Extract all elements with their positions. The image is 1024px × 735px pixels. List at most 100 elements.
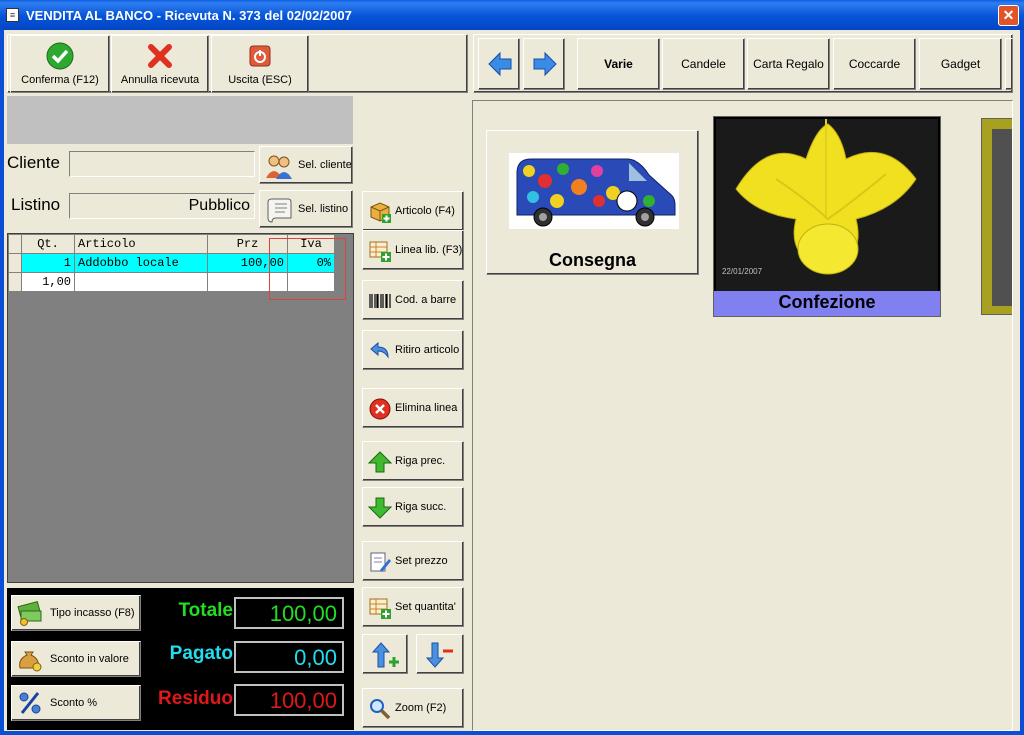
category-gadget[interactable]: Gadget <box>919 38 1002 90</box>
quantity-add-icon <box>369 598 391 619</box>
percent-icon <box>19 692 41 714</box>
cell-articolo[interactable]: Addobbo locale <box>74 253 208 273</box>
select-customer-label: Sel. cliente <box>298 159 352 171</box>
total-value: 100,00 <box>234 597 344 629</box>
decrease-quantity-button[interactable] <box>416 634 464 674</box>
product-confezione[interactable]: 22/01/2007 Confezione <box>713 116 941 317</box>
delete-line-button[interactable]: Elimina linea <box>362 388 464 428</box>
previous-row-button[interactable]: Riga prec. <box>362 441 464 481</box>
category-coccarde[interactable]: Coccarde <box>833 38 916 90</box>
totals-panel: Tipo incasso (F8) Sconto in valore Scont… <box>7 588 354 730</box>
next-category-button[interactable] <box>523 38 565 90</box>
arrow-up-plus-icon <box>371 642 399 668</box>
delivery-van-image <box>509 153 679 229</box>
image-caption-date: 22/01/2007 <box>722 267 763 276</box>
category-candele[interactable]: Candele <box>662 38 745 90</box>
category-varie[interactable]: Varie <box>577 38 660 90</box>
barcode-label: Cod. a barre <box>395 294 457 306</box>
payment-type-label: Tipo incasso (F8) <box>50 607 135 619</box>
cell-qt[interactable]: 1,00 <box>21 272 75 292</box>
listino-field[interactable]: Pubblico <box>69 193 255 219</box>
total-label: Totale <box>178 600 233 621</box>
value-discount-label: Sconto in valore <box>50 653 129 665</box>
confirm-label: Conferma (F12) <box>21 74 99 86</box>
magnifier-icon <box>370 699 391 720</box>
category-more[interactable] <box>1005 38 1013 90</box>
cell-qt[interactable]: 1 <box>21 253 75 273</box>
highlight-box <box>269 238 346 300</box>
cell-articolo[interactable] <box>74 272 208 292</box>
article-label: Articolo (F4) <box>395 205 455 217</box>
product-consegna-label: Consegna <box>548 250 636 270</box>
prev-category-button[interactable] <box>478 38 520 90</box>
remaining-label: Residuo <box>158 688 233 709</box>
arrow-down-minus-icon <box>425 642 453 668</box>
confirm-button[interactable]: Conferma (F12) <box>10 35 110 93</box>
row-indicator <box>8 272 22 292</box>
category-bar: Varie Candele Carta Regalo Coccarde Gadg… <box>473 34 1013 93</box>
next-row-button[interactable]: Riga succ. <box>362 487 464 527</box>
barcode-button[interactable]: Cod. a barre <box>362 280 464 320</box>
scroll-icon <box>267 198 292 223</box>
paid-value: 0,00 <box>234 641 344 673</box>
yellow-gift-wrap-image <box>716 119 938 291</box>
app-icon: ≡ <box>6 8 19 22</box>
article-button[interactable]: Articolo (F4) <box>362 191 464 231</box>
header-spacer <box>7 96 353 144</box>
table-add-icon <box>369 241 391 262</box>
category-carta-regalo[interactable]: Carta Regalo <box>747 38 830 90</box>
remaining-value: 100,00 <box>234 684 344 716</box>
select-customer-button[interactable]: Sel. cliente <box>259 146 353 184</box>
price-edit-icon <box>370 552 391 572</box>
paid-label: Pagato <box>169 643 233 664</box>
close-window-button[interactable]: ✕ <box>998 5 1019 26</box>
money-icon <box>17 600 42 626</box>
title-bar: ≡ VENDITA AL BANCO - Ricevuta N. 373 del… <box>0 0 1024 30</box>
free-line-button[interactable]: Linea lib. (F3) <box>362 230 464 270</box>
set-quantity-button[interactable]: Set quantita' <box>362 587 464 627</box>
exit-label: Uscita (ESC) <box>228 74 292 86</box>
product-area: Consegna 22/01/2007 Confezione <box>472 100 1013 731</box>
product-partial-tile[interactable] <box>981 118 1012 315</box>
set-price-button[interactable]: Set prezzo <box>362 541 464 581</box>
previous-row-label: Riga prec. <box>395 455 446 467</box>
window-border-bottom <box>0 731 1024 735</box>
arrow-right-icon <box>533 51 557 77</box>
set-quantity-label: Set quantita' <box>395 601 456 613</box>
cancel-receipt-label: Annulla ricevuta <box>120 74 200 86</box>
product-confezione-label: Confezione <box>714 291 940 316</box>
delete-icon <box>369 398 391 420</box>
return-article-label: Ritiro articolo <box>395 344 460 356</box>
users-icon <box>266 155 292 179</box>
arrow-left-icon <box>488 51 512 77</box>
box-add-icon <box>370 202 391 223</box>
payment-type-button[interactable]: Tipo incasso (F8) <box>11 595 141 631</box>
cliente-field[interactable] <box>69 151 255 177</box>
increase-quantity-button[interactable] <box>362 634 408 674</box>
product-partial-image <box>992 129 1012 306</box>
money-bag-icon <box>19 651 42 672</box>
action-column: Articolo (F4) Linea lib. (F3) Cod. a bar… <box>356 183 470 731</box>
barcode-icon <box>369 294 391 308</box>
cancel-receipt-button[interactable]: Annulla ricevuta <box>111 35 209 93</box>
zoom-button[interactable]: Zoom (F2) <box>362 688 464 728</box>
percent-discount-button[interactable]: Sconto % <box>11 685 141 721</box>
value-discount-button[interactable]: Sconto in valore <box>11 641 141 677</box>
arrow-up-icon <box>368 451 392 473</box>
red-x-icon <box>148 44 172 68</box>
zoom-label: Zoom (F2) <box>395 702 447 714</box>
select-pricelist-label: Sel. listino <box>298 203 349 215</box>
window-border-right <box>1020 30 1024 735</box>
col-qt: Qt. <box>21 234 75 254</box>
row-indicator-header <box>8 234 22 254</box>
window-title: VENDITA AL BANCO - Ricevuta N. 373 del 0… <box>26 8 352 23</box>
row-indicator <box>8 253 22 273</box>
arrow-down-icon <box>368 497 392 519</box>
exit-button[interactable]: Uscita (ESC) <box>211 35 309 93</box>
cliente-label: Cliente <box>7 153 60 172</box>
product-consegna[interactable]: Consegna <box>486 130 699 275</box>
next-row-label: Riga succ. <box>395 501 447 513</box>
return-article-button[interactable]: Ritiro articolo <box>362 330 464 370</box>
select-pricelist-button[interactable]: Sel. listino <box>259 190 353 228</box>
window-border-left <box>0 30 4 735</box>
